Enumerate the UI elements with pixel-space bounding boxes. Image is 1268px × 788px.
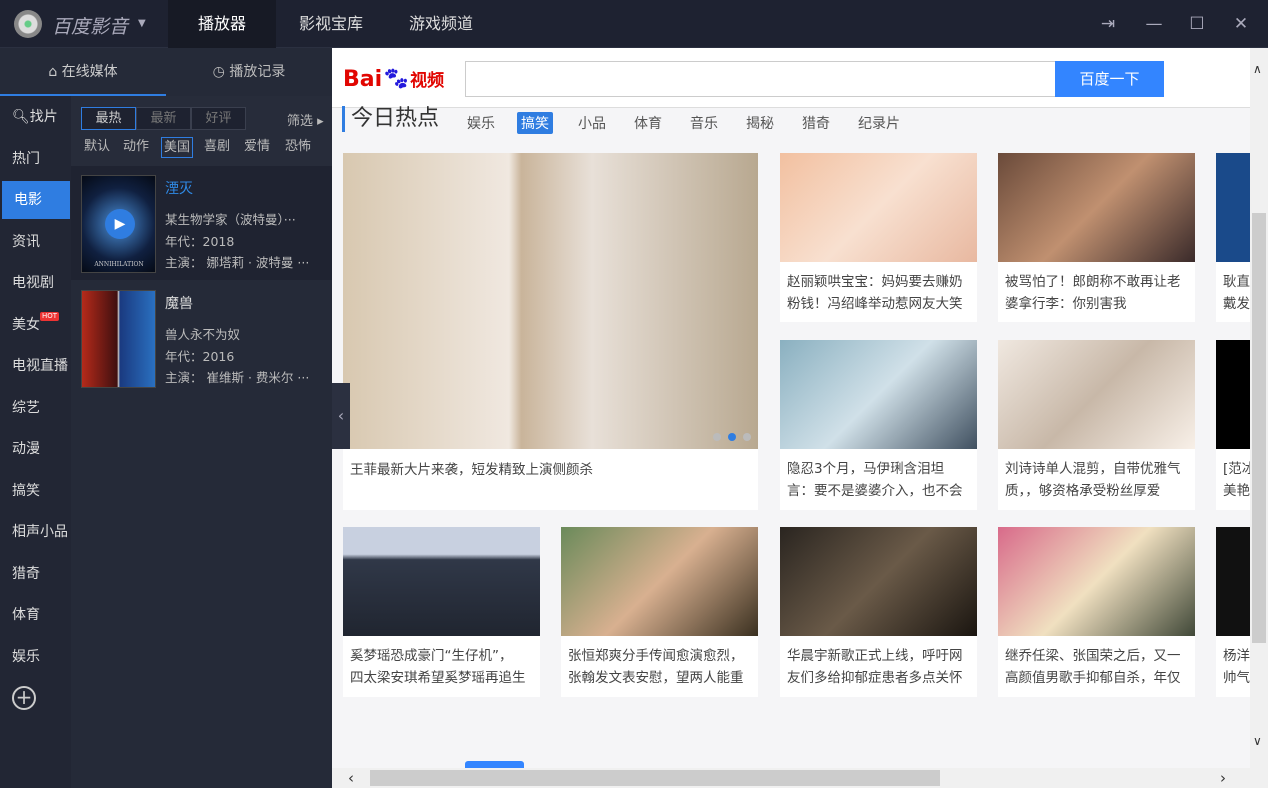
find-button[interactable]: 🔍︎找片 xyxy=(0,98,71,136)
pin-icon[interactable]: ⇥ xyxy=(1094,10,1122,38)
carousel-prev-button[interactable]: ‹ xyxy=(332,383,350,449)
tab-history[interactable]: ◷ 播放记录 xyxy=(166,48,332,96)
minimize-button[interactable]: — xyxy=(1140,10,1168,38)
video-card[interactable]: 耿直 戴发 xyxy=(1216,153,1250,322)
add-icon[interactable]: + xyxy=(12,686,36,710)
scroll-thumb[interactable] xyxy=(1252,213,1266,643)
carousel-dot[interactable] xyxy=(713,433,721,441)
sort-hot[interactable]: 最热 xyxy=(81,107,136,130)
category-tab[interactable]: 娱乐 xyxy=(463,112,499,134)
featured-card[interactable]: 王菲最新大片来袭，短发精致上演侧颜杀 xyxy=(343,153,758,510)
video-card[interactable]: 刘诗诗单人混剪，自带优雅气 质，，够资格承受粉丝厚爱 xyxy=(998,340,1195,510)
video-card[interactable]: 隐忍3个月，马伊琍含泪坦 言：要不是婆婆介入，也不会 xyxy=(780,340,977,510)
baidu-video-logo[interactable]: Bai🐾︎视频 xyxy=(343,66,444,92)
nav-item[interactable]: 娱乐 xyxy=(0,638,71,676)
web-content: Bai🐾︎视频 百度一下 今日热点 娱乐 搞笑 小品 体育 音乐 揭秘 猎奇 纪… xyxy=(332,48,1250,768)
nav-item[interactable]: 资讯 xyxy=(0,223,71,261)
video-card[interactable]: 杨洋 帅气 xyxy=(1216,527,1250,697)
search-button[interactable]: 百度一下 xyxy=(1055,61,1164,97)
category-tab[interactable]: 音乐 xyxy=(686,112,722,134)
search-icon: 🔍︎ xyxy=(12,109,30,125)
next-section-tab[interactable] xyxy=(465,761,524,768)
scroll-thumb[interactable] xyxy=(370,770,940,786)
sort-new[interactable]: 最新 xyxy=(136,107,191,130)
video-card[interactable]: [范冰 美艳 xyxy=(1216,340,1250,510)
play-icon[interactable]: ▶ xyxy=(105,209,135,239)
nav-item[interactable]: 相声小品 xyxy=(0,513,71,551)
video-card[interactable]: 继乔任梁、张国荣之后，又一 高颜值男歌手抑郁自杀，年仅 xyxy=(998,527,1195,697)
baidu-header: Bai🐾︎视频 百度一下 xyxy=(332,48,1250,108)
tab-library[interactable]: 影视宝库 xyxy=(276,0,386,48)
scroll-left-icon[interactable]: ‹ xyxy=(348,769,354,787)
scroll-right-icon[interactable]: › xyxy=(1220,769,1226,787)
nav-item[interactable]: 猎奇 xyxy=(0,555,71,593)
video-card[interactable]: 被骂怕了！郎朗称不敢再让老 婆拿行李：你别害我 xyxy=(998,153,1195,322)
genre[interactable]: 爱情 xyxy=(242,137,272,158)
video-card[interactable]: 奚梦瑶恐成豪门“生仔机”， 四太梁安琪希望奚梦瑶再追生 xyxy=(343,527,540,697)
genre[interactable]: 默认 xyxy=(82,137,112,158)
nav-item[interactable]: 动漫 xyxy=(0,430,71,468)
sort-rating[interactable]: 好评 xyxy=(191,107,246,130)
section-title: 今日热点 xyxy=(342,106,439,132)
featured-image xyxy=(343,153,758,449)
scroll-up-icon[interactable]: ∧ xyxy=(1253,62,1262,76)
filter-button[interactable]: 筛选 ▸ xyxy=(287,110,324,129)
category-tab[interactable]: 搞笑 xyxy=(517,112,553,134)
nav-item[interactable]: 搞笑 xyxy=(0,472,71,510)
carousel-dot-active[interactable] xyxy=(728,433,736,441)
scroll-down-icon[interactable]: ∨ xyxy=(1253,734,1262,748)
category-tab[interactable]: 小品 xyxy=(574,112,610,134)
category-tab[interactable]: 体育 xyxy=(630,112,666,134)
nav-item[interactable]: 体育 xyxy=(0,596,71,634)
category-tab[interactable]: 猎奇 xyxy=(798,112,834,134)
video-card[interactable]: 赵丽颖哄宝宝：妈妈要去赚奶 粉钱！冯绍峰举动惹网友大笑 xyxy=(780,153,977,322)
home-icon: ⌂ xyxy=(48,64,62,80)
nav-item[interactable]: 电影 xyxy=(2,181,70,219)
close-button[interactable]: ✕ xyxy=(1227,10,1255,38)
nav-item[interactable]: 热门 xyxy=(0,140,71,178)
hot-badge: HOT xyxy=(40,312,60,321)
clock-icon: ◷ xyxy=(212,64,230,80)
tab-player[interactable]: 播放器 xyxy=(168,0,276,48)
tab-games[interactable]: 游戏频道 xyxy=(386,0,496,48)
movie-item[interactable]: 魔兽 兽人永不为奴 年代：2016 主演： 崔维斯 · 费米尔 ··· xyxy=(71,281,332,395)
genre[interactable]: 恐怖 xyxy=(283,137,313,158)
nav-item[interactable]: 电视直播 xyxy=(0,347,71,385)
video-card[interactable]: 张恒郑爽分手传闻愈演愈烈， 张翰发文表安慰，望两人能重 xyxy=(561,527,758,697)
genre[interactable]: 美国 xyxy=(161,137,194,158)
category-tab[interactable]: 揭秘 xyxy=(742,112,778,134)
video-card[interactable]: 华晨宇新歌正式上线，呼吁网 友们多给抑郁症患者多点关怀 xyxy=(780,527,977,697)
maximize-button[interactable]: ☐ xyxy=(1183,10,1211,38)
chevron-down-icon[interactable]: ▼ xyxy=(138,18,146,29)
app-name[interactable]: 百度影音 xyxy=(52,12,128,39)
nav-item[interactable]: 电视剧 xyxy=(0,264,71,302)
app-logo-icon xyxy=(14,10,42,38)
category-nav: 🔍︎找片 热门 电影 资讯 电视剧 美女 HOT 电视直播 综艺 动漫 搞笑 相声… xyxy=(0,96,71,788)
search-input[interactable] xyxy=(465,61,1057,97)
movie-title[interactable]: 魔兽 xyxy=(165,293,193,313)
movie-title[interactable]: 湮灭 xyxy=(165,178,193,198)
tab-online-media[interactable]: ⌂ 在线媒体 xyxy=(0,48,166,96)
horizontal-scrollbar[interactable]: ‹ › xyxy=(332,768,1268,788)
movie-poster xyxy=(81,290,156,388)
carousel-dot[interactable] xyxy=(743,433,751,441)
vertical-scrollbar[interactable]: ∧ ∨ xyxy=(1250,48,1268,768)
genre[interactable]: 喜剧 xyxy=(202,137,232,158)
movie-item[interactable]: ▶ ANNIHILATION 湮灭 某生物学家（波特曼）··· 年代：2018 … xyxy=(71,166,332,280)
title-bar: 百度影音 ▼ 播放器 影视宝库 游戏频道 ⇥ — ☐ ✕ xyxy=(0,0,1268,48)
movie-poster: ▶ ANNIHILATION xyxy=(81,175,156,273)
nav-item[interactable]: 综艺 xyxy=(0,389,71,427)
category-tab[interactable]: 纪录片 xyxy=(854,112,904,134)
genre[interactable]: 动作 xyxy=(121,137,151,158)
nav-item[interactable]: 美女 HOT xyxy=(0,306,71,344)
